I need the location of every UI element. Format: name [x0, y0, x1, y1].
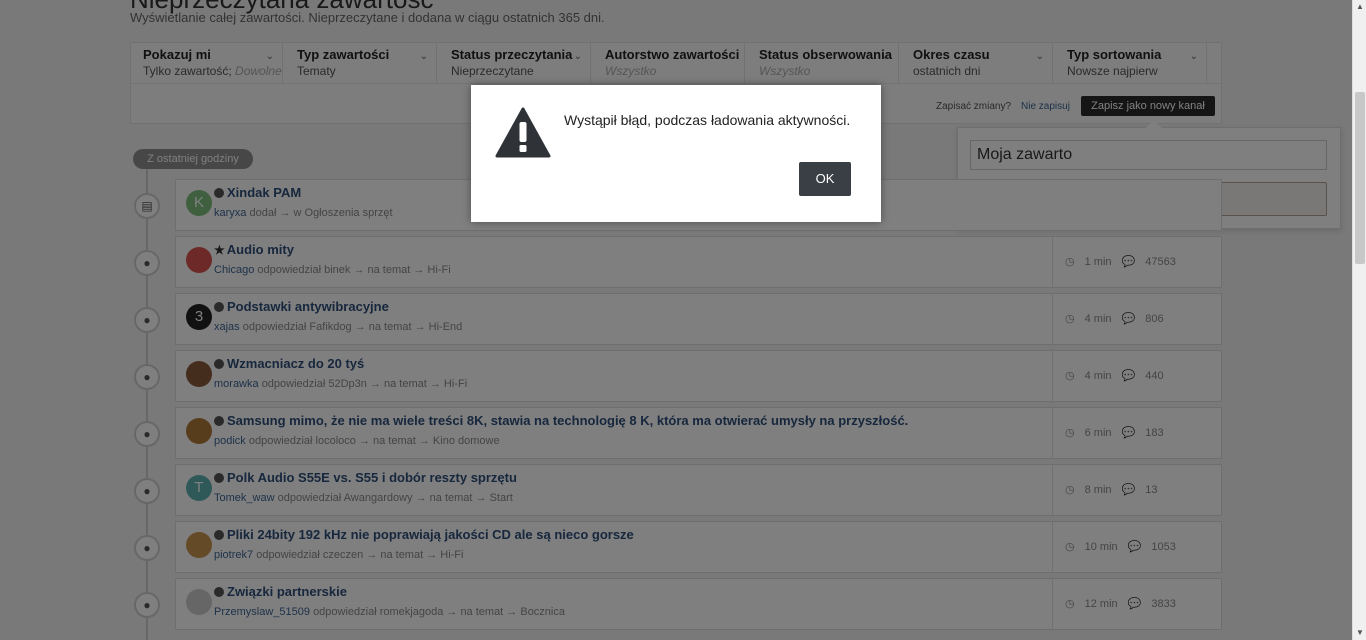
ok-button[interactable]: OK [799, 162, 851, 196]
vertical-scrollbar[interactable]: ▲ ◀ ▼ [1352, 0, 1366, 640]
scrollbar-thumb[interactable] [1355, 92, 1365, 264]
scroll-down-arrow-icon[interactable]: ▼ [1353, 626, 1366, 640]
error-message: Wystąpił błąd, podczas ładowania aktywno… [564, 112, 851, 128]
error-dialog: Wystąpił błąd, podczas ładowania aktywno… [471, 85, 881, 222]
warning-icon [495, 107, 551, 158]
scroll-up-arrow-icon[interactable]: ▲ [1353, 0, 1366, 14]
